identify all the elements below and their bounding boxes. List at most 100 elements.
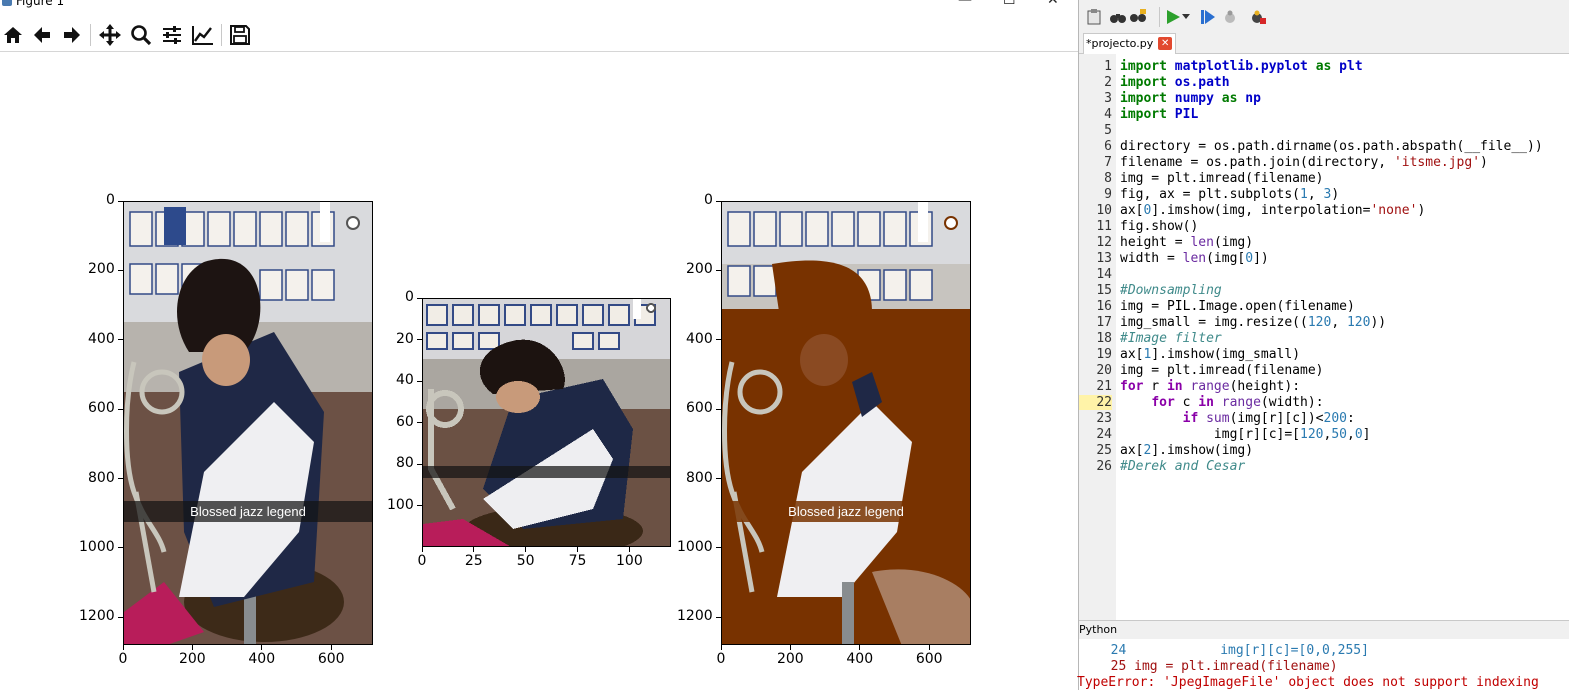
shell-panel-header: Python [1079,620,1569,639]
x-tick-mark [261,645,263,650]
ide-toolbar-separator [1159,7,1160,27]
downsampled-caption-band [423,466,670,478]
step-run-icon[interactable] [1199,8,1217,26]
code-line: filename = os.path.join(directory, 'itsm… [1120,155,1488,170]
ide-toolbar [1079,0,1569,34]
edit-axes-icon[interactable] [190,22,216,48]
line-number: 21 [1096,379,1112,394]
y-tick-mark [417,380,422,382]
x-tick-mark [473,547,475,552]
x-tick-label: 0 [716,651,726,667]
x-tick-mark [577,547,579,552]
x-tick-mark [629,547,630,552]
console-line: 24 img[r][c]=[0,0,255] [1095,643,1369,658]
y-tick-mark [118,408,123,410]
x-tick-mark [191,645,193,650]
y-tick-label: 40 [396,372,414,388]
run-dropdown-icon[interactable] [1181,8,1191,26]
line-number: 19 [1096,347,1112,362]
code-line: #Image filter [1120,331,1222,346]
snapchat-caption: Blossed jazz legend [124,501,372,522]
zoom-icon[interactable] [128,22,154,48]
y-tick-mark [716,339,721,341]
y-tick-label: 200 [686,261,713,278]
line-number: 11 [1096,219,1112,234]
x-tick-mark [720,645,722,650]
line-number: 23 [1096,411,1112,426]
x-tick-mark [928,645,930,650]
y-tick-label: 400 [88,330,115,347]
code-line: fig.show() [1120,219,1199,234]
x-tick-label: 50 [516,553,535,569]
save-icon[interactable] [227,22,253,48]
subplots-config-icon[interactable] [159,22,185,48]
tab-close-icon[interactable]: ✕ [1158,37,1173,50]
python-shell[interactable]: 24 img[r][c]=[0,0,255] 25 img = plt.imre… [1077,639,1569,690]
x-tick-label: 600 [317,651,345,667]
line-number: 12 [1096,235,1112,250]
y-tick-label: 200 [88,261,115,278]
downsampled-photo [423,299,670,546]
forward-arrow-icon[interactable] [59,22,85,48]
console-line: 25 img = plt.imread(filename) [1095,659,1338,674]
pan-icon[interactable] [97,22,123,48]
y-tick-mark [417,463,422,465]
y-tick-mark [417,422,422,423]
y-tick-mark [118,478,123,479]
y-tick-label: 0 [106,192,115,208]
x-tick-label: 75 [568,553,587,569]
y-tick-label: 600 [686,400,713,417]
code-editor[interactable]: 1 2 3 4 5 6 7 8 9 10 11 12 13 14 15 16 17 18 19 20 21 22 23 24 2… [1079,54,1569,620]
line-number-gutter: 1 2 3 4 5 6 7 8 9 10 11 12 13 14 15 16 17 18 19 20 21 22 23 24 2… [1079,54,1116,620]
line-number: 2 [1104,75,1112,90]
x-tick-label: 200 [178,651,206,667]
debug-icon[interactable] [1221,8,1239,26]
y-tick-mark [716,269,721,271]
code-line: if sum(img[r][c])<200: [1182,411,1355,426]
original-photo [124,202,372,644]
editor-tabbar: *projecto.py ✕ [1079,33,1569,54]
y-tick-mark [716,408,721,410]
find-replace-icon[interactable] [1129,8,1147,26]
x-tick-label: 400 [248,651,276,667]
home-icon[interactable] [0,22,26,48]
figure-window: Figure 1 — ☐ ✕ Blossed jazz legend 0 200… [0,0,1078,690]
x-tick-label: 25 [464,553,483,569]
ide-window: *projecto.py ✕ 1 2 3 4 5 6 7 8 9 10 11 12 13 14 15 16 17… [1077,0,1569,690]
x-tick-mark [789,645,791,650]
y-tick-label: 1200 [677,608,713,625]
clipboard-icon[interactable] [1085,8,1103,26]
y-tick-mark [118,616,123,618]
code-line: for r in range(height): [1120,379,1301,394]
y-tick-label: 1200 [79,608,115,625]
figure-app-icon [2,0,12,6]
line-number: 26 [1096,459,1112,474]
stop-debug-icon[interactable] [1249,8,1267,26]
code-line: import numpy as np [1120,91,1261,106]
original-image-frame: Blossed jazz legend [123,201,373,645]
figure-titlebar: Figure 1 — ☐ ✕ [0,0,1078,12]
editor-tab-projecto[interactable]: *projecto.py ✕ [1083,33,1177,54]
shell-label: Python [1079,623,1118,636]
minimize-button[interactable]: — [958,0,972,8]
line-number: 24 [1096,427,1112,442]
line-number: 22 [1079,395,1112,410]
back-arrow-icon[interactable] [29,22,55,48]
y-tick-label: 80 [396,455,414,471]
y-tick-label: 100 [387,496,414,513]
y-tick-label: 20 [396,330,414,347]
y-tick-mark [417,505,422,506]
code-line: img = PIL.Image.open(filename) [1120,299,1355,314]
editor-tab-label: *projecto.py [1086,37,1154,50]
close-button[interactable]: ✕ [1047,0,1059,8]
y-tick-label: 0 [704,192,713,208]
y-tick-label: 800 [686,469,713,486]
y-tick-label: 400 [686,330,713,347]
code-line: width = len(img[0]) [1120,251,1269,266]
find-icon[interactable] [1109,8,1127,26]
line-number: 5 [1104,123,1112,138]
run-icon[interactable] [1164,8,1182,26]
y-tick-label: 600 [88,400,115,417]
maximize-button[interactable]: ☐ [1003,0,1016,8]
y-tick-mark [417,297,422,299]
